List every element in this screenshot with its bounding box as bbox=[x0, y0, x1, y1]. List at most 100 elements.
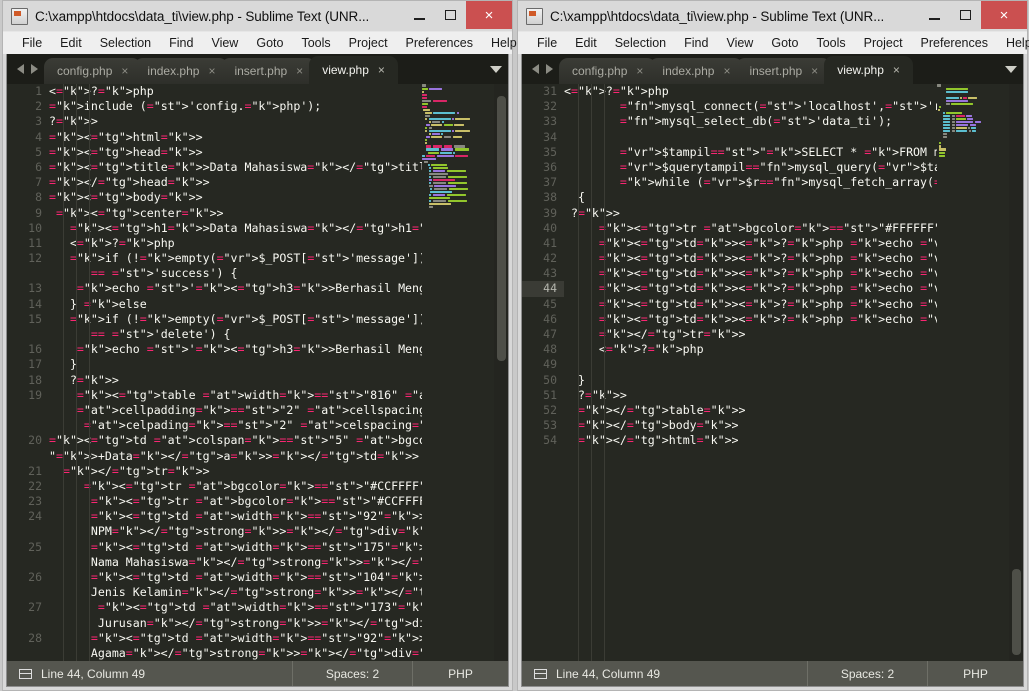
tab-index-php[interactable]: index.php × bbox=[134, 58, 229, 84]
line-number: 39 bbox=[543, 205, 557, 220]
menu-file[interactable]: File bbox=[13, 36, 51, 50]
menu-find[interactable]: Find bbox=[160, 36, 202, 50]
tab-scroll-right-icon[interactable] bbox=[31, 64, 38, 74]
tab-close-icon[interactable]: × bbox=[208, 64, 215, 78]
menu-bar-left[interactable]: File Edit Selection Find View Goto Tools… bbox=[3, 31, 517, 54]
tab-label: index.php bbox=[147, 64, 200, 78]
indent-setting-button[interactable]: Spaces: 2 bbox=[292, 661, 412, 686]
tab-insert-php[interactable]: insert.php × bbox=[221, 58, 317, 84]
indent-setting-button[interactable]: Spaces: 2 bbox=[807, 661, 927, 686]
sublime-window-right[interactable]: C:\xampp\htdocs\data_ti\view.php - Subli… bbox=[517, 0, 1029, 691]
close-icon: × bbox=[484, 6, 494, 24]
tab-close-icon[interactable]: × bbox=[296, 64, 303, 78]
line-number: 53 bbox=[543, 418, 557, 433]
line-number: 33 bbox=[543, 114, 557, 129]
sublime-window-left[interactable]: C:\xampp\htdocs\data_ti\view.php - Subli… bbox=[2, 0, 517, 691]
tab-close-icon[interactable]: × bbox=[893, 63, 900, 77]
line-number: 13 bbox=[28, 281, 42, 296]
code-area-right[interactable]: 31 32 33 34 35 36 37 38 39 40 41 42 43 44 45 46 47 48 49 50… bbox=[522, 84, 1023, 661]
tab-nav-arrows[interactable] bbox=[522, 54, 559, 84]
tab-overflow-menu[interactable] bbox=[484, 54, 508, 84]
line-number: 4 bbox=[35, 129, 42, 144]
tab-scroll-right-icon[interactable] bbox=[546, 64, 553, 74]
tab-index-php[interactable]: index.php × bbox=[649, 58, 744, 84]
language-label: PHP bbox=[448, 666, 473, 681]
tab-view-php[interactable]: view.php × bbox=[309, 56, 398, 84]
tab-label: config.php bbox=[572, 64, 628, 78]
menu-edit[interactable]: Edit bbox=[566, 36, 606, 50]
menu-file[interactable]: File bbox=[528, 36, 566, 50]
line-number bbox=[7, 555, 49, 570]
indent-guide bbox=[604, 84, 605, 661]
minimize-button[interactable] bbox=[919, 1, 950, 29]
menu-view[interactable]: View bbox=[202, 36, 247, 50]
tab-overflow-menu[interactable] bbox=[999, 54, 1023, 84]
vertical-scrollbar-right[interactable] bbox=[1009, 84, 1023, 661]
line-number bbox=[7, 403, 49, 418]
tab-scroll-left-icon[interactable] bbox=[532, 64, 539, 74]
line-number bbox=[7, 327, 49, 342]
menu-preferences[interactable]: Preferences bbox=[912, 36, 997, 50]
menu-bar-right[interactable]: File Edit Selection Find View Goto Tools… bbox=[518, 31, 1029, 54]
tab-close-icon[interactable]: × bbox=[636, 64, 643, 78]
tab-config-php[interactable]: config.php × bbox=[559, 58, 657, 84]
window-title-right: C:\xampp\htdocs\data_ti\view.php - Subli… bbox=[550, 8, 885, 24]
menu-tools[interactable]: Tools bbox=[807, 36, 854, 50]
menu-find[interactable]: Find bbox=[675, 36, 717, 50]
line-number bbox=[7, 646, 49, 661]
close-button[interactable]: × bbox=[981, 1, 1027, 29]
tab-insert-php[interactable]: insert.php × bbox=[736, 58, 832, 84]
line-number bbox=[7, 585, 49, 600]
tab-config-php[interactable]: config.php × bbox=[44, 58, 142, 84]
menu-edit[interactable]: Edit bbox=[51, 36, 91, 50]
tab-close-icon[interactable]: × bbox=[811, 64, 818, 78]
menu-selection[interactable]: Selection bbox=[606, 36, 675, 50]
chevron-down-icon[interactable] bbox=[490, 65, 502, 73]
menu-goto[interactable]: Goto bbox=[247, 36, 292, 50]
menu-tools[interactable]: Tools bbox=[292, 36, 339, 50]
line-number: 35 bbox=[543, 144, 557, 159]
sidebar-toggle-icon[interactable] bbox=[534, 668, 547, 679]
line-number: 50 bbox=[543, 372, 557, 387]
tab-strip-left: config.php × index.php × insert.php × vi… bbox=[44, 54, 484, 84]
menu-help[interactable]: Help bbox=[997, 36, 1029, 50]
menu-selection[interactable]: Selection bbox=[91, 36, 160, 50]
vertical-scrollbar-left[interactable] bbox=[494, 84, 508, 661]
close-button[interactable]: × bbox=[466, 1, 512, 29]
minimize-button[interactable] bbox=[404, 1, 435, 29]
tab-label: view.php bbox=[837, 63, 884, 77]
line-number: 43 bbox=[543, 266, 557, 281]
window-title-left: C:\xampp\htdocs\data_ti\view.php - Subli… bbox=[35, 8, 370, 24]
chevron-down-icon[interactable] bbox=[1005, 65, 1017, 73]
language-mode-button[interactable]: PHP bbox=[412, 661, 508, 686]
tab-close-icon[interactable]: × bbox=[378, 63, 385, 77]
maximize-button[interactable] bbox=[950, 1, 981, 29]
menu-goto[interactable]: Goto bbox=[762, 36, 807, 50]
minimap-right[interactable] bbox=[937, 84, 1009, 661]
line-number: 32 bbox=[543, 99, 557, 114]
sidebar-toggle-icon[interactable] bbox=[19, 668, 32, 679]
status-position-group: Line 44, Column 49 bbox=[522, 667, 807, 681]
menu-view[interactable]: View bbox=[717, 36, 762, 50]
tab-close-icon[interactable]: × bbox=[723, 64, 730, 78]
tab-nav-arrows[interactable] bbox=[7, 54, 44, 84]
status-position-group: Line 44, Column 49 bbox=[7, 667, 292, 681]
menu-project[interactable]: Project bbox=[340, 36, 397, 50]
status-bar-right: Line 44, Column 49 Spaces: 2 PHP bbox=[521, 661, 1024, 687]
minimap-left[interactable] bbox=[422, 84, 494, 661]
line-number: 38 bbox=[543, 190, 557, 205]
maximize-button[interactable] bbox=[435, 1, 466, 29]
tab-close-icon[interactable]: × bbox=[121, 64, 128, 78]
menu-preferences[interactable]: Preferences bbox=[397, 36, 482, 50]
scrollbar-thumb[interactable] bbox=[1012, 568, 1021, 656]
tab-view-php[interactable]: view.php × bbox=[824, 56, 913, 84]
tab-label: config.php bbox=[57, 64, 113, 78]
menu-project[interactable]: Project bbox=[855, 36, 912, 50]
language-mode-button[interactable]: PHP bbox=[927, 661, 1023, 686]
line-number-gutter-left: 1 2 3 4 5 6 7 8 9 10 11 12 13 14 15 16 17 18 19 20 21 22 23 24 2… bbox=[7, 84, 49, 661]
title-bar-left[interactable]: C:\xampp\htdocs\data_ti\view.php - Subli… bbox=[3, 1, 512, 31]
scrollbar-thumb[interactable] bbox=[497, 95, 506, 361]
code-area-left[interactable]: 1 2 3 4 5 6 7 8 9 10 11 12 13 14 15 16 17 18 19 20 21 22 23 24 2… bbox=[7, 84, 508, 661]
tab-scroll-left-icon[interactable] bbox=[17, 64, 24, 74]
title-bar-right[interactable]: C:\xampp\htdocs\data_ti\view.php - Subli… bbox=[518, 1, 1027, 31]
